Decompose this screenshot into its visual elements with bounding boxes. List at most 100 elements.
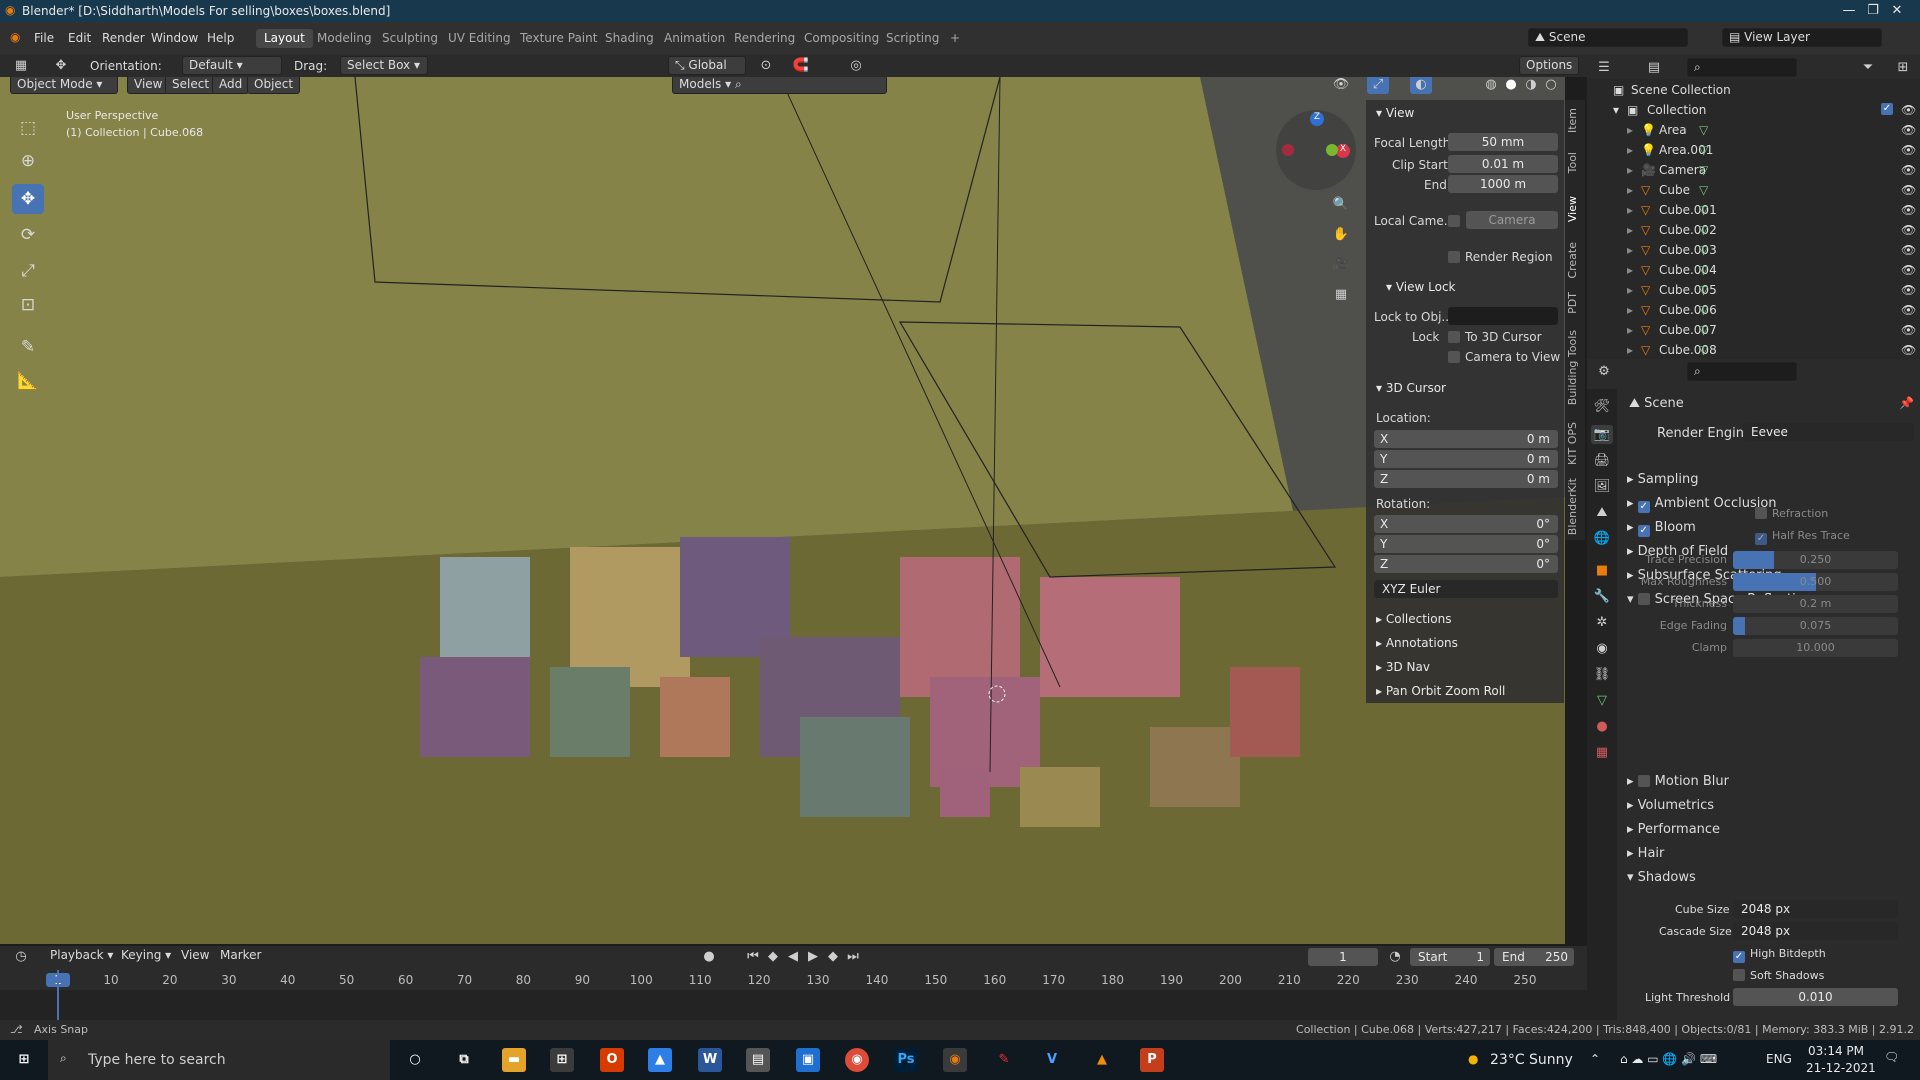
zoom-icon[interactable]: 🔍 [1330,195,1352,214]
view-layer-selector[interactable]: ▤ View Layer [1722,28,1882,47]
marker-menu[interactable]: Marker [214,947,267,966]
prev-keyframe-icon[interactable]: ◆ [762,947,784,966]
tab-animation[interactable]: Animation [656,29,733,48]
task-view-icon[interactable]: ⧉ [452,1048,476,1072]
outliner-row[interactable]: ▸ ▽ Cube.001 ▽ 👁 [1587,203,1920,223]
select-box-tool-icon[interactable]: ⬚ [12,113,44,143]
vlc-icon[interactable]: ▲ [1090,1048,1114,1072]
outliner-row-scene-collection[interactable]: ▣ Scene Collection [1587,83,1920,103]
display-mode-icon[interactable]: ▤ [1643,58,1665,77]
cortana-icon[interactable]: ○ [403,1048,427,1072]
high-bitdepth-toggle[interactable]: ✓ High Bitdepth [1733,947,1826,963]
cursor-rotation-x[interactable]: X 0° [1374,515,1558,533]
expand-arrow-icon[interactable]: ▸ [1627,283,1633,297]
tool-tab-icon[interactable]: 🛠 [1591,397,1613,416]
texture-tab-icon[interactable]: ▦ [1591,743,1613,762]
outliner-row[interactable]: ▸ ▽ Cube.006 ▽ 👁 [1587,303,1920,323]
world-tab-icon[interactable]: 🌐 [1591,529,1613,548]
end-frame-field[interactable]: End 250 [1494,948,1574,966]
render-panel-header[interactable]: ▸ Sampling [1627,472,1699,487]
add-menu[interactable]: Add [212,77,250,94]
view-lock-header[interactable]: ▾ View Lock [1386,280,1456,294]
new-collection-icon[interactable]: ⊞ [1892,58,1914,77]
object-data-icon[interactable]: ▽ [1699,283,1708,297]
object-data-icon[interactable]: ▽ [1699,343,1708,357]
powerpoint-icon[interactable]: P [1140,1048,1164,1072]
rotate-tool-icon[interactable]: ⟳ [12,220,44,250]
eye-icon[interactable]: 👁 [1901,203,1916,217]
expand-arrow-icon[interactable]: ▸ [1627,323,1633,337]
cursor-tool-icon[interactable]: ⊕ [12,146,44,176]
cursor-location-y[interactable]: Y 0 m [1374,450,1558,468]
expand-arrow-icon[interactable]: ▸ [1627,163,1633,177]
scene-selector[interactable]: ⛰ Scene [1528,28,1688,47]
outliner-row[interactable]: ▸ ▽ Cube.004 ▽ 👁 [1587,263,1920,283]
object-data-icon[interactable]: ▽ [1699,203,1708,217]
add-workspace-icon[interactable]: + [942,29,968,48]
wireframe-shading-icon[interactable]: ◍ [1480,77,1502,94]
gizmo-toggle-icon[interactable]: ⤢ [1367,77,1389,94]
collections-header[interactable]: ▸ Collections [1376,612,1451,626]
cursor-rotation-z[interactable]: Z 0° [1374,555,1558,573]
playhead[interactable] [57,970,59,1020]
clock-date[interactable]: 21-12-2021 [1806,1061,1876,1075]
properties-editor-icon[interactable]: ⚙ [1593,362,1615,381]
overlay-toggle-icon[interactable]: ◐ [1410,77,1432,94]
outliner-row[interactable]: ▸ ▽ Cube.005 ▽ 👁 [1587,283,1920,303]
photoshop-icon[interactable]: Ps [894,1048,918,1072]
annotations-header[interactable]: ▸ Annotations [1376,636,1458,650]
timeline-track-area[interactable] [0,990,1587,1020]
cursor-location-x[interactable]: X 0 m [1374,430,1558,448]
object-data-icon[interactable]: ▽ [1699,143,1708,157]
object-data-icon[interactable]: ▽ [1699,123,1708,137]
move-tool-icon[interactable]: ✥ [12,184,44,214]
object-data-icon[interactable]: ▽ [1699,323,1708,337]
notification-icon[interactable]: 🗨 [1884,1050,1899,1064]
expand-arrow-icon[interactable]: ▸ [1627,203,1633,217]
render-engine-dropdown[interactable]: Eevee [1743,423,1914,441]
next-keyframe-icon[interactable]: ◆ [822,947,844,966]
output-tab-icon[interactable]: 🖨 [1591,451,1613,470]
panel-enable-checkbox[interactable]: ✓ [1637,501,1650,513]
object-data-icon[interactable]: ▽ [1699,223,1708,237]
render-panel-header[interactable]: ▾ Shadows [1627,870,1696,885]
tray-icons[interactable]: ⌂ ☁ ▭ 🌐 🔊 ⌨ [1620,1052,1717,1066]
camera-to-view-toggle[interactable]: Camera to View [1448,350,1560,364]
eye-icon[interactable]: 👁 [1901,163,1916,177]
options-button[interactable]: Options [1519,56,1579,75]
high-bitdepth-checkbox[interactable]: ✓ [1733,951,1745,963]
pivot-icon[interactable]: ⊙ [755,56,777,75]
drag-dropdown[interactable]: Select Box ▾ [340,56,428,75]
office-icon[interactable]: O [600,1048,624,1072]
render-panel-header[interactable]: ▸ Motion Blur [1627,774,1729,789]
clock-time[interactable]: 03:14 PM [1808,1044,1864,1058]
cursor-rotation-y[interactable]: Y 0° [1374,535,1558,553]
3d-cursor-header[interactable]: ▾ 3D Cursor [1376,381,1446,395]
axis-z-icon[interactable]: Z [1310,112,1324,126]
tab-view[interactable]: View [1566,196,1584,222]
render-panel-header[interactable]: ▸ Performance [1627,822,1720,837]
local-camera-checkbox[interactable] [1448,215,1460,227]
jump-end-icon[interactable]: ⏭ [842,947,864,966]
tab-modeling[interactable]: Modeling [309,29,380,48]
rendered-shading-icon[interactable]: ○ [1540,77,1562,94]
app-icon[interactable]: ▤ [746,1048,770,1072]
data-tab-icon[interactable]: ▽ [1591,691,1613,710]
trace-precision-slider[interactable]: 0.250 [1733,551,1898,569]
properties-search-input[interactable]: ⌕ [1687,362,1797,381]
app-icon[interactable]: V [1040,1048,1064,1072]
tab-blenderkit[interactable]: BlenderKit [1566,478,1584,535]
start-frame-field[interactable]: Start 1 [1410,948,1490,966]
render-panel-header[interactable]: ▸ ✓ Bloom [1627,520,1696,537]
blender-menu-icon[interactable]: ◉ [10,30,20,44]
tab-item[interactable]: Item [1566,108,1584,133]
refraction-toggle[interactable]: Refraction [1755,507,1828,520]
menu-file[interactable]: File [34,31,54,45]
tab-layout[interactable]: Layout [256,29,313,48]
transform-orientation-dropdown[interactable]: ⤡ Global [668,56,746,75]
outliner-search-input[interactable]: ⌕ [1687,58,1797,77]
timeline-editor-icon[interactable]: ◷ [10,947,32,966]
taskbar-search-input[interactable]: Type here to search [88,1052,226,1068]
filter-icon[interactable]: ⏷ [1857,58,1879,77]
expand-arrow-icon[interactable]: ▸ [1627,343,1633,357]
